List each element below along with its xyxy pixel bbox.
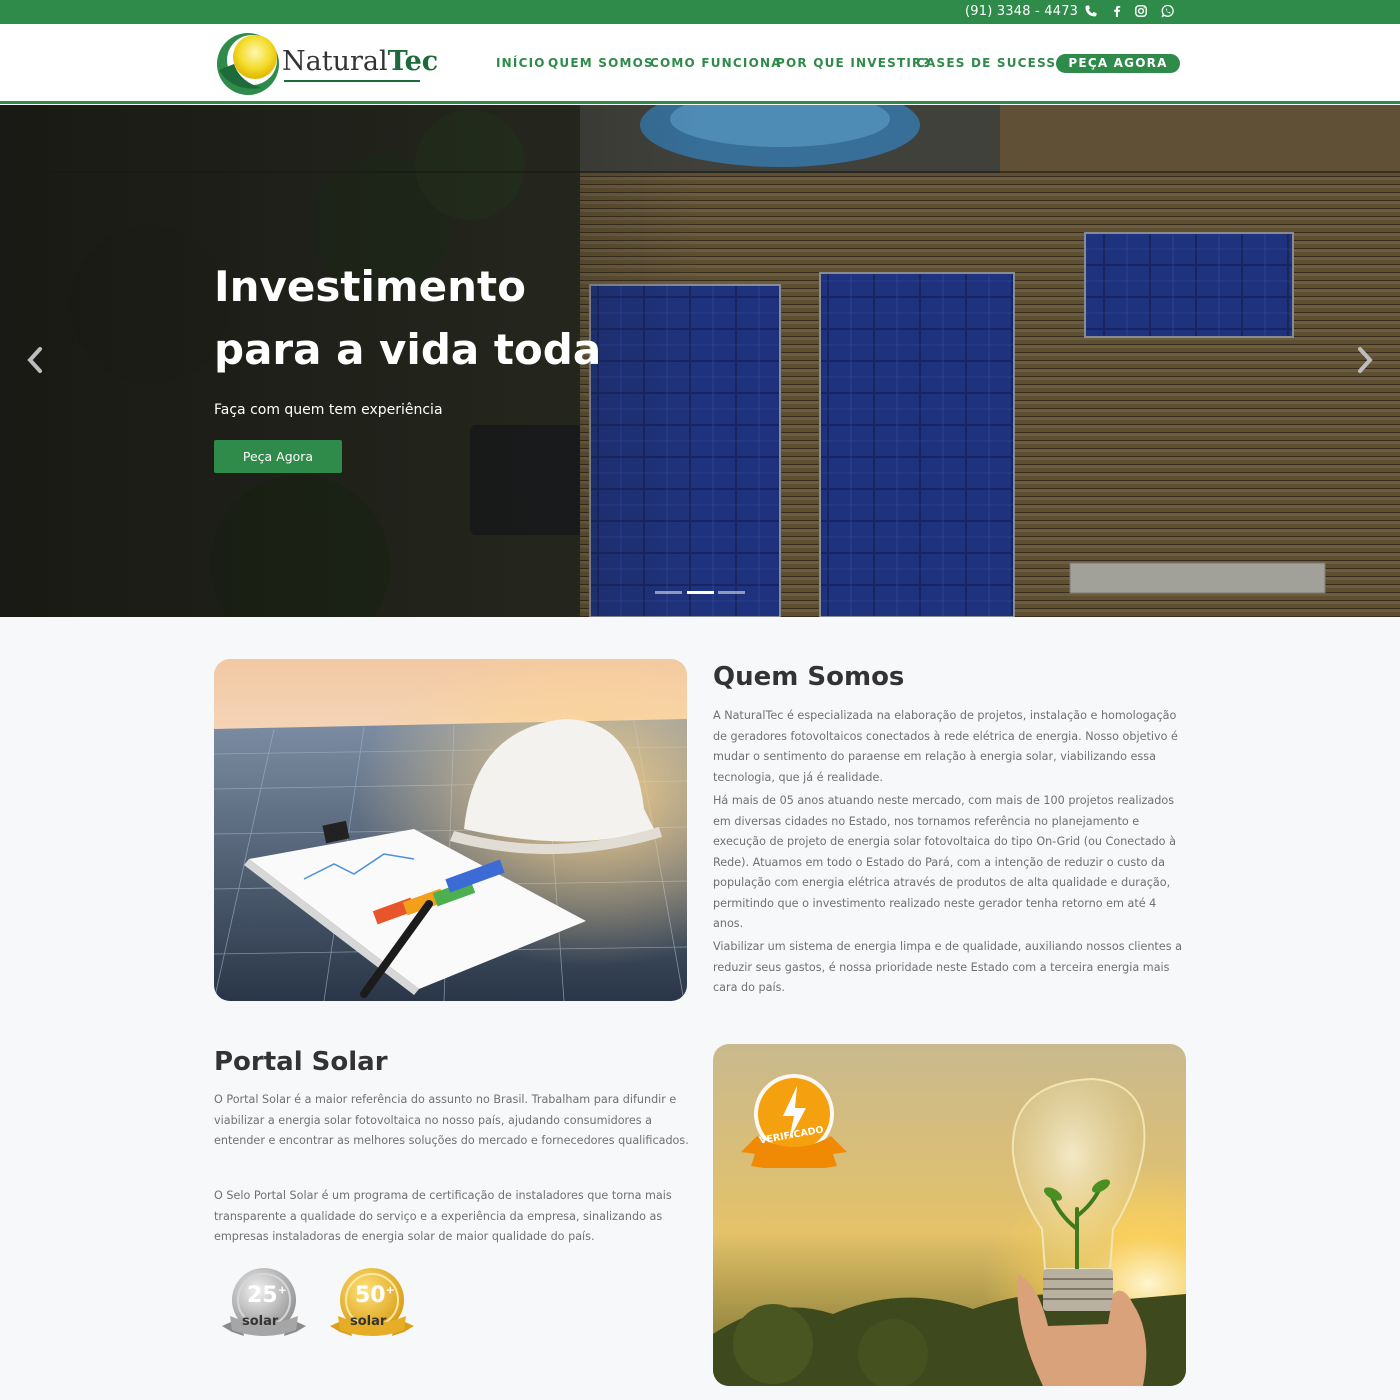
hero-subtitle: Faça com quem tem experiência xyxy=(214,402,443,418)
badge-50-number: 50+ xyxy=(355,1283,395,1308)
badge-25-word: solar xyxy=(242,1314,279,1329)
lightbulb-plant-image: VERIFICADO xyxy=(713,1044,1186,1386)
portal-solar-50-badge: 50+ solar xyxy=(326,1266,418,1348)
badge-50-word: solar xyxy=(350,1314,387,1329)
phone-icon[interactable] xyxy=(1084,4,1098,18)
about-paragraph-3: Viabilizar um sistema de energia limpa e… xyxy=(713,940,1182,994)
chevron-right-icon[interactable] xyxy=(1352,345,1376,375)
slide-indicator-1[interactable] xyxy=(655,591,682,594)
portal-paragraph-1: O Portal Solar é a maior referência do a… xyxy=(214,1093,689,1147)
logo-word-tec: Tec xyxy=(387,46,439,77)
slide-indicator-2[interactable] xyxy=(687,591,714,594)
peca-agora-nav-button[interactable]: PEÇA AGORA xyxy=(1056,54,1180,73)
chevron-left-icon[interactable] xyxy=(24,345,48,375)
logo-underline xyxy=(284,80,420,82)
nav-como-funciona[interactable]: COMO FUNCIONA xyxy=(650,56,782,70)
hero-title-line-1: Investimento xyxy=(214,262,526,311)
peca-agora-hero-button[interactable]: Peça Agora xyxy=(214,440,342,473)
nav-inicio[interactable]: INÍCIO xyxy=(496,56,546,70)
verificado-badge: VERIFICADO xyxy=(739,1072,849,1168)
about-title: Quem Somos xyxy=(713,662,905,692)
badge-25-number: 25+ xyxy=(247,1283,287,1308)
whatsapp-icon[interactable] xyxy=(1161,4,1175,18)
portal-paragraph-2: O Selo Portal Solar é um programa de cer… xyxy=(214,1189,672,1243)
nav-quem-somos[interactable]: QUEM SOMOS xyxy=(548,56,654,70)
logo-word-natural: Natural xyxy=(282,46,388,77)
hero-title-line-2: para a vida toda xyxy=(214,325,602,374)
naturaltec-logo[interactable]: NaturalTec xyxy=(214,30,438,96)
site-header: NaturalTec INÍCIO QUEM SOMOS COMO FUNCIO… xyxy=(0,24,1400,104)
logo-wordmark: NaturalTec xyxy=(282,46,438,77)
logo-sun-icon xyxy=(217,33,279,95)
hero-title: Investimento para a vida toda xyxy=(214,255,634,381)
hero-rooftop-image xyxy=(0,105,1400,617)
instagram-icon[interactable] xyxy=(1134,4,1148,18)
portal-title: Portal Solar xyxy=(214,1047,388,1077)
slide-indicator-3[interactable] xyxy=(718,591,745,594)
phone-number[interactable]: (91) 3348 - 4473 xyxy=(965,4,1078,19)
about-paragraph-2: Há mais de 05 anos atuando neste mercado… xyxy=(713,794,1176,930)
nav-cases-de-sucesso[interactable]: CASES DE SUCESSO xyxy=(916,56,1068,70)
top-bar: (91) 3348 - 4473 xyxy=(0,0,1400,24)
about-paragraph-1: A NaturalTec é especializada na elaboraç… xyxy=(713,709,1178,784)
portal-solar-25-badge: 25+ solar xyxy=(218,1266,310,1348)
facebook-icon[interactable] xyxy=(1110,4,1124,18)
nav-por-que-investir[interactable]: POR QUE INVESTIR? xyxy=(776,56,931,70)
hero-slider: Investimento para a vida toda Faça com q… xyxy=(0,105,1400,617)
helmet-solar-panel-image xyxy=(214,659,687,1001)
